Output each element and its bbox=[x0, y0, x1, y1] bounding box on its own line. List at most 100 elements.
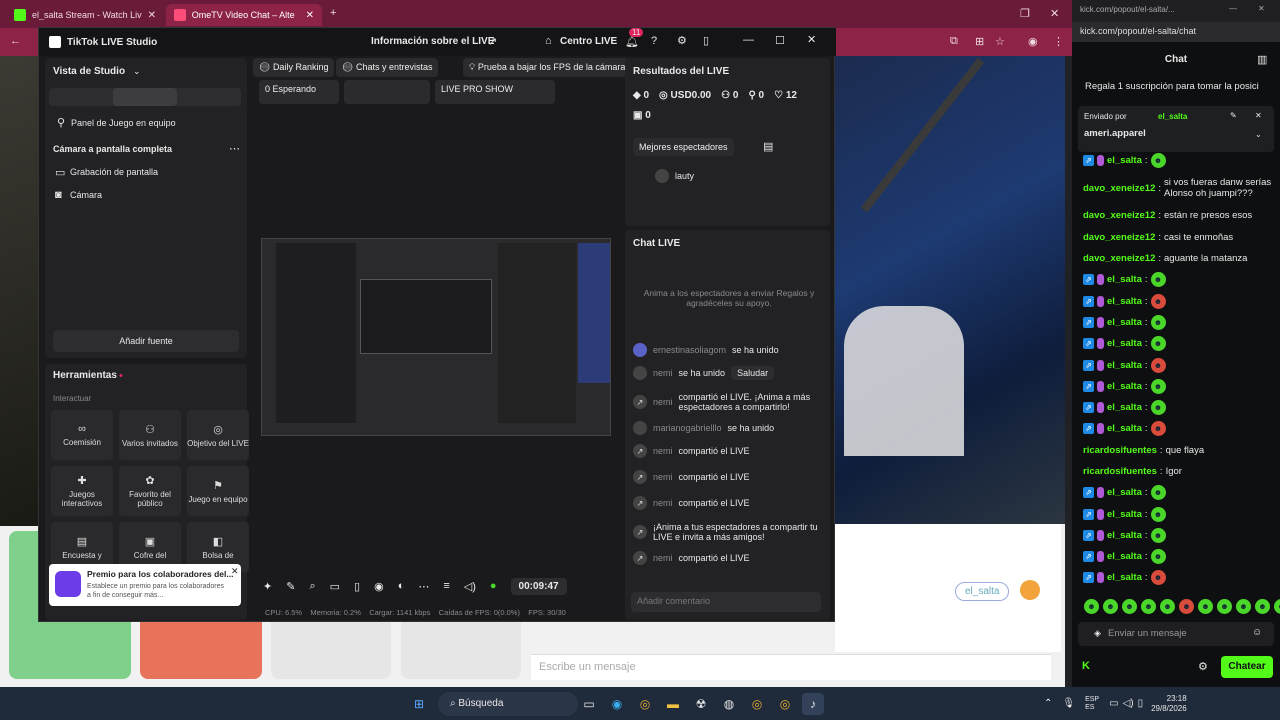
emote-icon[interactable]: ☻ bbox=[1236, 599, 1251, 614]
emote-icon[interactable]: ☻ bbox=[1255, 599, 1270, 614]
trash-icon[interactable]: ▥ bbox=[1257, 53, 1267, 66]
chat-user[interactable]: el_salta bbox=[1107, 551, 1142, 562]
tab-ometv[interactable]: OmeTV Video Chat – Alte ✕ bbox=[166, 4, 322, 26]
emote-icon[interactable]: ☻ bbox=[1103, 599, 1118, 614]
more-icon[interactable]: ⋯ bbox=[418, 580, 429, 593]
layout-switcher[interactable] bbox=[49, 88, 241, 106]
effects-icon[interactable]: ◐ bbox=[398, 580, 405, 592]
close-icon[interactable]: ✕ bbox=[306, 10, 314, 21]
emote-icon[interactable]: ☻ bbox=[1160, 599, 1175, 614]
edit-icon[interactable]: ✎ bbox=[286, 580, 295, 593]
pin-icon[interactable]: ✎ bbox=[1230, 111, 1237, 120]
steam-icon[interactable]: ☢ bbox=[690, 693, 712, 715]
chip-daily-ranking[interactable]: 🟡︎ Daily Ranking bbox=[253, 58, 335, 77]
chat-user[interactable]: el_salta bbox=[1107, 423, 1142, 434]
mic-icon[interactable]: ● bbox=[490, 580, 497, 592]
volume-icon[interactable]: ◁) bbox=[1123, 698, 1134, 709]
close-icon[interactable]: ✕ bbox=[148, 10, 156, 21]
back-icon[interactable]: ← bbox=[10, 35, 21, 47]
send-chat-button[interactable]: Chatear bbox=[1221, 656, 1273, 678]
gear-icon[interactable]: ⚙ bbox=[677, 34, 687, 47]
source-screen-recording[interactable]: Grabación de pantalla bbox=[70, 167, 158, 177]
sliders-icon[interactable]: ≡ bbox=[443, 580, 449, 592]
star-icon[interactable]: ☆ bbox=[995, 35, 1005, 48]
close-icon[interactable]: ✕ bbox=[807, 33, 816, 46]
emoji-icon[interactable]: ☺ bbox=[1252, 627, 1262, 638]
share-icon[interactable]: ↗ bbox=[488, 35, 497, 48]
minimize-icon[interactable]: — bbox=[743, 34, 754, 46]
close-window-icon[interactable]: ✕ bbox=[1050, 7, 1059, 20]
files-icon[interactable]: ▭ bbox=[578, 693, 600, 715]
emote-icon[interactable]: ☻ bbox=[1122, 599, 1137, 614]
search-icon[interactable]: ⌕ bbox=[309, 580, 315, 593]
maximize-icon[interactable]: ☐ bbox=[775, 34, 785, 47]
tab-kick-stream[interactable]: el_salta Stream - Watch Live on ✕ bbox=[6, 4, 164, 26]
restore-icon[interactable]: ❐ bbox=[1020, 7, 1030, 20]
battery-icon[interactable]: ▯ bbox=[1138, 698, 1144, 709]
extension-icon[interactable]: ⊞ bbox=[975, 35, 984, 48]
phone-icon[interactable]: ▯ bbox=[354, 580, 360, 593]
record-icon[interactable]: ◉ bbox=[374, 580, 384, 593]
tool-favorite[interactable]: ✿ Favorito del público bbox=[119, 466, 181, 516]
screen-icon[interactable]: ▭ bbox=[330, 580, 340, 593]
language-indicator[interactable]: ESP ES bbox=[1085, 696, 1099, 712]
list-icon[interactable]: ▤ bbox=[763, 140, 773, 153]
emote-icon[interactable]: ☻ bbox=[1274, 599, 1280, 614]
gear-icon[interactable]: ⚙ bbox=[1198, 660, 1208, 673]
studio-view-dropdown[interactable]: Vista de Studio bbox=[53, 66, 125, 77]
chat-user[interactable]: el_salta bbox=[1107, 296, 1142, 307]
promo-popup[interactable]: Premio para los colaboradores del... Est… bbox=[49, 564, 241, 606]
volume-icon[interactable]: ◁) bbox=[464, 580, 476, 593]
close-icon[interactable]: ✕ bbox=[231, 566, 239, 577]
scene-title[interactable]: Cámara a pantalla completa bbox=[53, 144, 172, 154]
ome-message-input[interactable]: Escribe un mensaje bbox=[531, 654, 1051, 680]
help-icon[interactable]: ? bbox=[651, 35, 657, 47]
tool-live-goal[interactable]: ◎ Objetivo del LIVE bbox=[187, 410, 249, 460]
chrome-icon[interactable]: ◎ bbox=[634, 693, 656, 715]
chrome-icon[interactable]: ◎ bbox=[746, 693, 768, 715]
chat-user[interactable]: el_salta bbox=[1107, 338, 1142, 349]
show-selector[interactable]: LIVE PRO SHOW bbox=[435, 80, 555, 104]
emote-icon[interactable]: ☻ bbox=[1141, 599, 1156, 614]
chat-user[interactable]: ricardosifuentes bbox=[1083, 466, 1157, 477]
emote-icon[interactable]: ☻ bbox=[1198, 599, 1213, 614]
comment-input[interactable]: Añadir comentario bbox=[631, 592, 821, 612]
chat-user[interactable]: el_salta bbox=[1107, 155, 1142, 166]
profile-icon[interactable]: ◉ bbox=[1028, 35, 1038, 48]
tool-team-game[interactable]: ⚑ Juego en equipo bbox=[187, 466, 249, 516]
chat-user[interactable]: el_salta bbox=[1107, 402, 1142, 413]
tool-multi-guest[interactable]: ⚇ Varios invitados bbox=[119, 410, 181, 460]
clock[interactable]: 23:18 29/8/2026 bbox=[1151, 694, 1187, 714]
chat-user[interactable]: el_salta bbox=[1107, 317, 1142, 328]
mic-icon[interactable]: 🎙︎ bbox=[1062, 698, 1075, 709]
close-icon[interactable]: ✕ bbox=[1258, 4, 1265, 13]
close-icon[interactable]: ✕ bbox=[1255, 111, 1262, 120]
chip-chats[interactable]: 🟡︎ Chats y entrevistas bbox=[336, 58, 439, 77]
chat-user[interactable]: davo_xeneize12 bbox=[1083, 210, 1155, 221]
emote-icon[interactable]: ☻ bbox=[1084, 599, 1099, 614]
team-game-panel[interactable]: Panel de Juego en equipo bbox=[71, 118, 176, 128]
chrome-icon[interactable]: ◎ bbox=[774, 693, 796, 715]
start-icon[interactable]: ⊞ bbox=[408, 693, 430, 715]
chip-fps-tip[interactable]: 💡︎ Prueba a bajar los FPS de la cámara bbox=[463, 58, 632, 77]
best-viewers-tab[interactable]: Mejores espectadores bbox=[633, 138, 734, 156]
source-camera[interactable]: Cámara bbox=[70, 190, 102, 200]
chat-user[interactable]: ricardosifuentes bbox=[1083, 445, 1157, 456]
tool-coemision[interactable]: ∞ Coemisión bbox=[51, 410, 113, 460]
chat-user[interactable]: davo_xeneize12 bbox=[1083, 183, 1155, 194]
tiktok-icon[interactable]: ♪ bbox=[802, 692, 824, 715]
layout-landscape[interactable] bbox=[113, 88, 177, 106]
centro-live-button[interactable]: Centro LIVE bbox=[560, 36, 617, 47]
menu-icon[interactable]: ⋮ bbox=[1053, 35, 1064, 48]
waiting-guests[interactable]: 0 Esperando bbox=[259, 80, 339, 104]
chat-user[interactable]: el_salta bbox=[1107, 572, 1142, 583]
chat-user[interactable]: el_salta bbox=[1107, 487, 1142, 498]
edge-icon[interactable]: ◉ bbox=[606, 693, 628, 715]
emote-icon[interactable]: ☻ bbox=[1179, 599, 1194, 614]
live-info-link[interactable]: Información sobre el LIVE bbox=[371, 36, 494, 47]
translate-icon[interactable]: ⧉ bbox=[950, 35, 958, 48]
chevron-up-icon[interactable]: ⌃ bbox=[1044, 698, 1052, 709]
chat-user[interactable]: el_salta bbox=[1107, 381, 1142, 392]
greet-button[interactable]: Saludar bbox=[731, 366, 775, 380]
add-source-button[interactable]: Añadir fuente bbox=[53, 330, 239, 352]
